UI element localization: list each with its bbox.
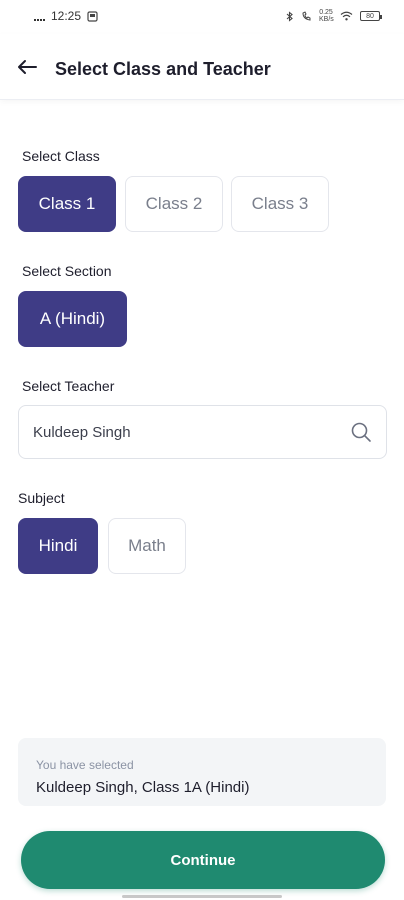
- search-icon[interactable]: [350, 421, 372, 443]
- continue-button[interactable]: Continue: [21, 831, 385, 889]
- teacher-search-value: Kuldeep Singh: [33, 423, 131, 441]
- selection-summary: You have selected Kuldeep Singh, Class 1…: [18, 738, 386, 806]
- summary-value: Kuldeep Singh, Class 1A (Hindi): [36, 779, 250, 796]
- signal-dots-icon: [34, 12, 45, 21]
- subject-option-math[interactable]: Math: [108, 518, 186, 574]
- class-option-3[interactable]: Class 3: [231, 176, 329, 232]
- status-bar: 12:25 0.25 KB/s 80: [0, 0, 404, 32]
- select-class-label: Select Class: [22, 148, 100, 164]
- notification-icon: [87, 10, 98, 22]
- status-left: 12:25: [34, 9, 98, 23]
- status-time: 12:25: [51, 9, 82, 23]
- status-right: 0.25 KB/s 80: [286, 9, 382, 23]
- home-indicator: [122, 895, 282, 898]
- battery-icon: 80: [360, 11, 382, 21]
- call-signal-icon: [302, 10, 311, 21]
- wifi-icon: [340, 11, 353, 21]
- select-section-label: Select Section: [22, 263, 112, 279]
- class-option-1[interactable]: Class 1: [18, 176, 116, 232]
- select-teacher-label: Select Teacher: [22, 378, 115, 394]
- page-title: Select Class and Teacher: [55, 59, 271, 79]
- summary-caption: You have selected: [36, 758, 134, 772]
- back-arrow-icon: [18, 60, 37, 74]
- back-button[interactable]: [14, 55, 40, 79]
- app-header: Select Class and Teacher: [0, 34, 404, 100]
- network-speed: 0.25 KB/s: [319, 9, 334, 23]
- subject-option-hindi[interactable]: Hindi: [18, 518, 98, 574]
- subject-label: Subject: [18, 490, 65, 506]
- battery-level: 80: [366, 12, 374, 20]
- section-option-a-hindi[interactable]: A (Hindi): [18, 291, 127, 347]
- teacher-search-input[interactable]: Kuldeep Singh: [18, 405, 387, 459]
- class-option-2[interactable]: Class 2: [125, 176, 223, 232]
- bluetooth-icon: [286, 10, 293, 22]
